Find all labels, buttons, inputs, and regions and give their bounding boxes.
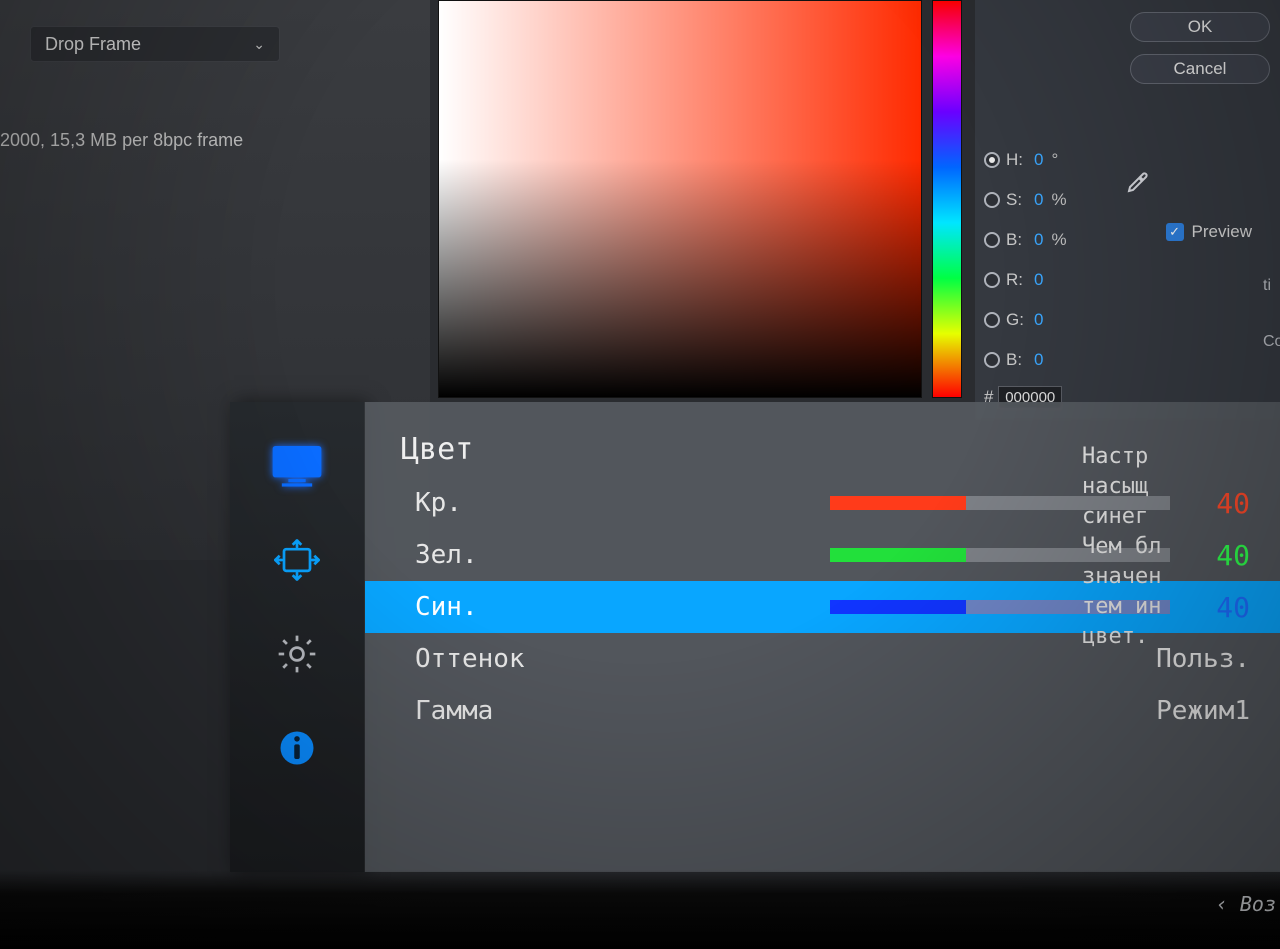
- color-picker-field[interactable]: [438, 0, 922, 398]
- hue-row[interactable]: H: 0 °: [984, 140, 1104, 180]
- osd-tab-geometry[interactable]: [268, 536, 326, 584]
- preview-label: Preview: [1192, 222, 1252, 242]
- radio-icon: [984, 272, 1000, 288]
- hue-slider[interactable]: [932, 0, 962, 398]
- drop-frame-select[interactable]: Drop Frame ⌄: [30, 26, 280, 62]
- monitor-bezel: [0, 870, 1280, 949]
- preview-checkbox-row[interactable]: ✓ Preview: [1166, 222, 1252, 242]
- r-row[interactable]: R: 0: [984, 260, 1104, 300]
- radio-icon: [984, 192, 1000, 208]
- osd-tab-display[interactable]: [268, 442, 326, 490]
- osd-tab-info[interactable]: [268, 724, 326, 772]
- radio-icon: [984, 312, 1000, 328]
- cancel-button[interactable]: Cancel: [1130, 54, 1270, 84]
- ok-button[interactable]: OK: [1130, 12, 1270, 42]
- osd-tab-settings[interactable]: [268, 630, 326, 678]
- drop-frame-label: Drop Frame: [45, 34, 141, 55]
- radio-selected-icon: [984, 152, 1000, 168]
- osd-row-gamma[interactable]: Гамма Режим1: [365, 685, 1280, 737]
- osd-help-text: Настр насыщ синег Чем бл значен тем ин ц…: [1082, 442, 1280, 652]
- saturation-row[interactable]: S: 0 %: [984, 180, 1104, 220]
- truncated-side-text: ti Cop: [1263, 272, 1280, 356]
- radio-icon: [984, 352, 1000, 368]
- chevron-down-icon: ⌄: [253, 36, 265, 53]
- frame-info-text: 2000, 15,3 MB per 8bpc frame: [0, 130, 243, 151]
- g-row[interactable]: G: 0: [984, 300, 1104, 340]
- checkbox-checked-icon: ✓: [1166, 223, 1184, 241]
- radio-icon: [984, 232, 1000, 248]
- brightness-row[interactable]: B: 0 %: [984, 220, 1104, 260]
- b-row[interactable]: B: 0: [984, 340, 1104, 380]
- osd-bottom-hint: ‹ Воз: [1216, 892, 1276, 916]
- eyedropper-icon[interactable]: [1126, 170, 1150, 194]
- color-model-values: H: 0 ° S: 0 % B: 0 % R: 0 G: 0 B:: [984, 140, 1104, 409]
- osd-sidebar: [230, 402, 365, 872]
